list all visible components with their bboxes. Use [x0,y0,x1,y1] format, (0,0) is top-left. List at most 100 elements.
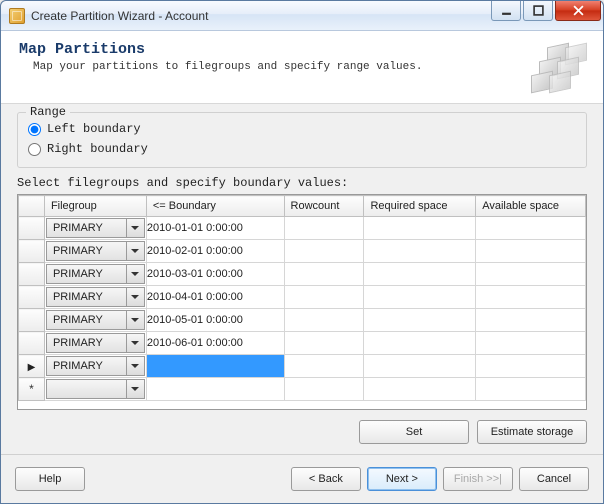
wizard-body: Range Left boundary Right boundary Selec… [1,104,603,454]
col-filegroup[interactable]: Filegroup [44,196,146,217]
dropdown-icon[interactable] [127,379,145,399]
required-cell[interactable] [364,355,476,378]
filegroup-value: PRIMARY [46,218,127,238]
col-available-space[interactable]: Available space [476,196,586,217]
table-row[interactable]: PRIMARY 2010-01-01 0:00:00 [19,217,586,240]
rowcount-cell[interactable] [284,355,364,378]
dropdown-icon[interactable] [127,264,145,284]
row-marker [19,332,45,355]
rowcount-cell[interactable] [284,240,364,263]
filegroup-cell[interactable]: PRIMARY [44,263,146,286]
row-marker [19,309,45,332]
minimize-button[interactable] [491,1,521,21]
dropdown-icon[interactable] [127,287,145,307]
boundary-cell[interactable]: 2010-01-01 0:00:00 [146,217,284,240]
set-button[interactable]: Set [359,420,469,444]
page-subtitle: Map your partitions to filegroups and sp… [33,61,529,73]
titlebar[interactable]: Create Partition Wizard - Account [1,1,603,31]
table-row[interactable]: PRIMARY 2010-04-01 0:00:00 [19,286,586,309]
rowcount-cell[interactable] [284,332,364,355]
filegroup-cell[interactable]: PRIMARY [44,355,146,378]
required-cell[interactable] [364,263,476,286]
header-decoration-icon [529,41,587,91]
filegroup-cell[interactable]: PRIMARY [44,309,146,332]
row-marker: * [19,378,45,401]
filegroup-value: PRIMARY [46,264,127,284]
boundary-cell[interactable]: 2010-03-01 0:00:00 [146,263,284,286]
filegroup-cell[interactable]: PRIMARY [44,286,146,309]
cancel-button[interactable]: Cancel [519,467,589,491]
left-boundary-radio[interactable]: Left boundary [28,119,576,139]
available-cell[interactable] [476,378,586,401]
filegroup-cell[interactable]: PRIMARY [44,332,146,355]
available-cell[interactable] [476,240,586,263]
table-row[interactable]: PRIMARY2010-02-01 0:00:00 [19,240,586,263]
required-cell[interactable] [364,286,476,309]
boundary-cell[interactable]: 2010-02-01 0:00:00 [146,240,284,263]
table-row[interactable]: PRIMARY 2010-03-01 0:00:00 [19,263,586,286]
next-button[interactable]: Next > [367,467,437,491]
boundary-cell[interactable] [146,378,284,401]
help-button[interactable]: Help [15,467,85,491]
rowcount-cell[interactable] [284,378,364,401]
col-boundary[interactable]: <= Boundary [146,196,284,217]
range-group: Range Left boundary Right boundary [17,112,587,168]
dropdown-icon[interactable] [127,241,145,261]
table-row[interactable]: PRIMARY2010-06-01 0:00:00 [19,332,586,355]
filegroup-value: PRIMARY [46,310,127,330]
maximize-button[interactable] [523,1,553,21]
dropdown-icon[interactable] [127,310,145,330]
required-cell[interactable] [364,378,476,401]
available-cell[interactable] [476,332,586,355]
table-row[interactable]: PRIMARY 2010-05-01 0:00:00 [19,309,586,332]
boundary-cell[interactable]: 2010-06-01 0:00:00 [146,332,284,355]
rowcount-cell[interactable] [284,286,364,309]
boundary-cell[interactable]: 2010-04-01 0:00:00 [146,286,284,309]
wizard-header: Map Partitions Map your partitions to fi… [1,31,603,104]
filegroup-cell[interactable]: PRIMARY [44,240,146,263]
finish-button[interactable]: Finish >>| [443,467,513,491]
dropdown-icon[interactable] [127,218,145,238]
row-header-corner [19,196,45,217]
right-boundary-radio[interactable]: Right boundary [28,139,576,159]
available-cell[interactable] [476,263,586,286]
available-cell[interactable] [476,286,586,309]
left-boundary-label: Left boundary [47,122,141,136]
required-cell[interactable] [364,217,476,240]
table-row[interactable]: * [19,378,586,401]
window-title: Create Partition Wizard - Account [31,9,491,23]
required-cell[interactable] [364,309,476,332]
grid-buttons: Set Estimate storage [17,410,587,450]
boundary-cell[interactable] [146,355,284,378]
dropdown-icon[interactable] [127,333,145,353]
content-area: Map Partitions Map your partitions to fi… [1,31,603,503]
required-cell[interactable] [364,240,476,263]
required-cell[interactable] [364,332,476,355]
estimate-storage-button[interactable]: Estimate storage [477,420,587,444]
range-legend: Range [26,105,70,119]
rowcount-cell[interactable] [284,263,364,286]
grid-label: Select filegroups and specify boundary v… [17,176,587,190]
wizard-window: Create Partition Wizard - Account Map Pa… [0,0,604,504]
table-row[interactable]: ▶PRIMARY [19,355,586,378]
left-boundary-input[interactable] [28,123,41,136]
close-button[interactable] [555,1,601,21]
right-boundary-input[interactable] [28,143,41,156]
boundary-cell[interactable]: 2010-05-01 0:00:00 [146,309,284,332]
back-button[interactable]: < Back [291,467,361,491]
partition-grid[interactable]: Filegroup <= Boundary Rowcount Required … [17,194,587,410]
rowcount-cell[interactable] [284,309,364,332]
rowcount-cell[interactable] [284,217,364,240]
col-rowcount[interactable]: Rowcount [284,196,364,217]
dropdown-icon[interactable] [127,356,145,376]
available-cell[interactable] [476,217,586,240]
filegroup-cell[interactable]: PRIMARY [44,217,146,240]
row-marker [19,217,45,240]
filegroup-value [46,379,127,399]
filegroup-value: PRIMARY [46,287,127,307]
available-cell[interactable] [476,355,586,378]
filegroup-cell[interactable] [44,378,146,401]
window-controls [491,1,603,30]
col-required-space[interactable]: Required space [364,196,476,217]
available-cell[interactable] [476,309,586,332]
